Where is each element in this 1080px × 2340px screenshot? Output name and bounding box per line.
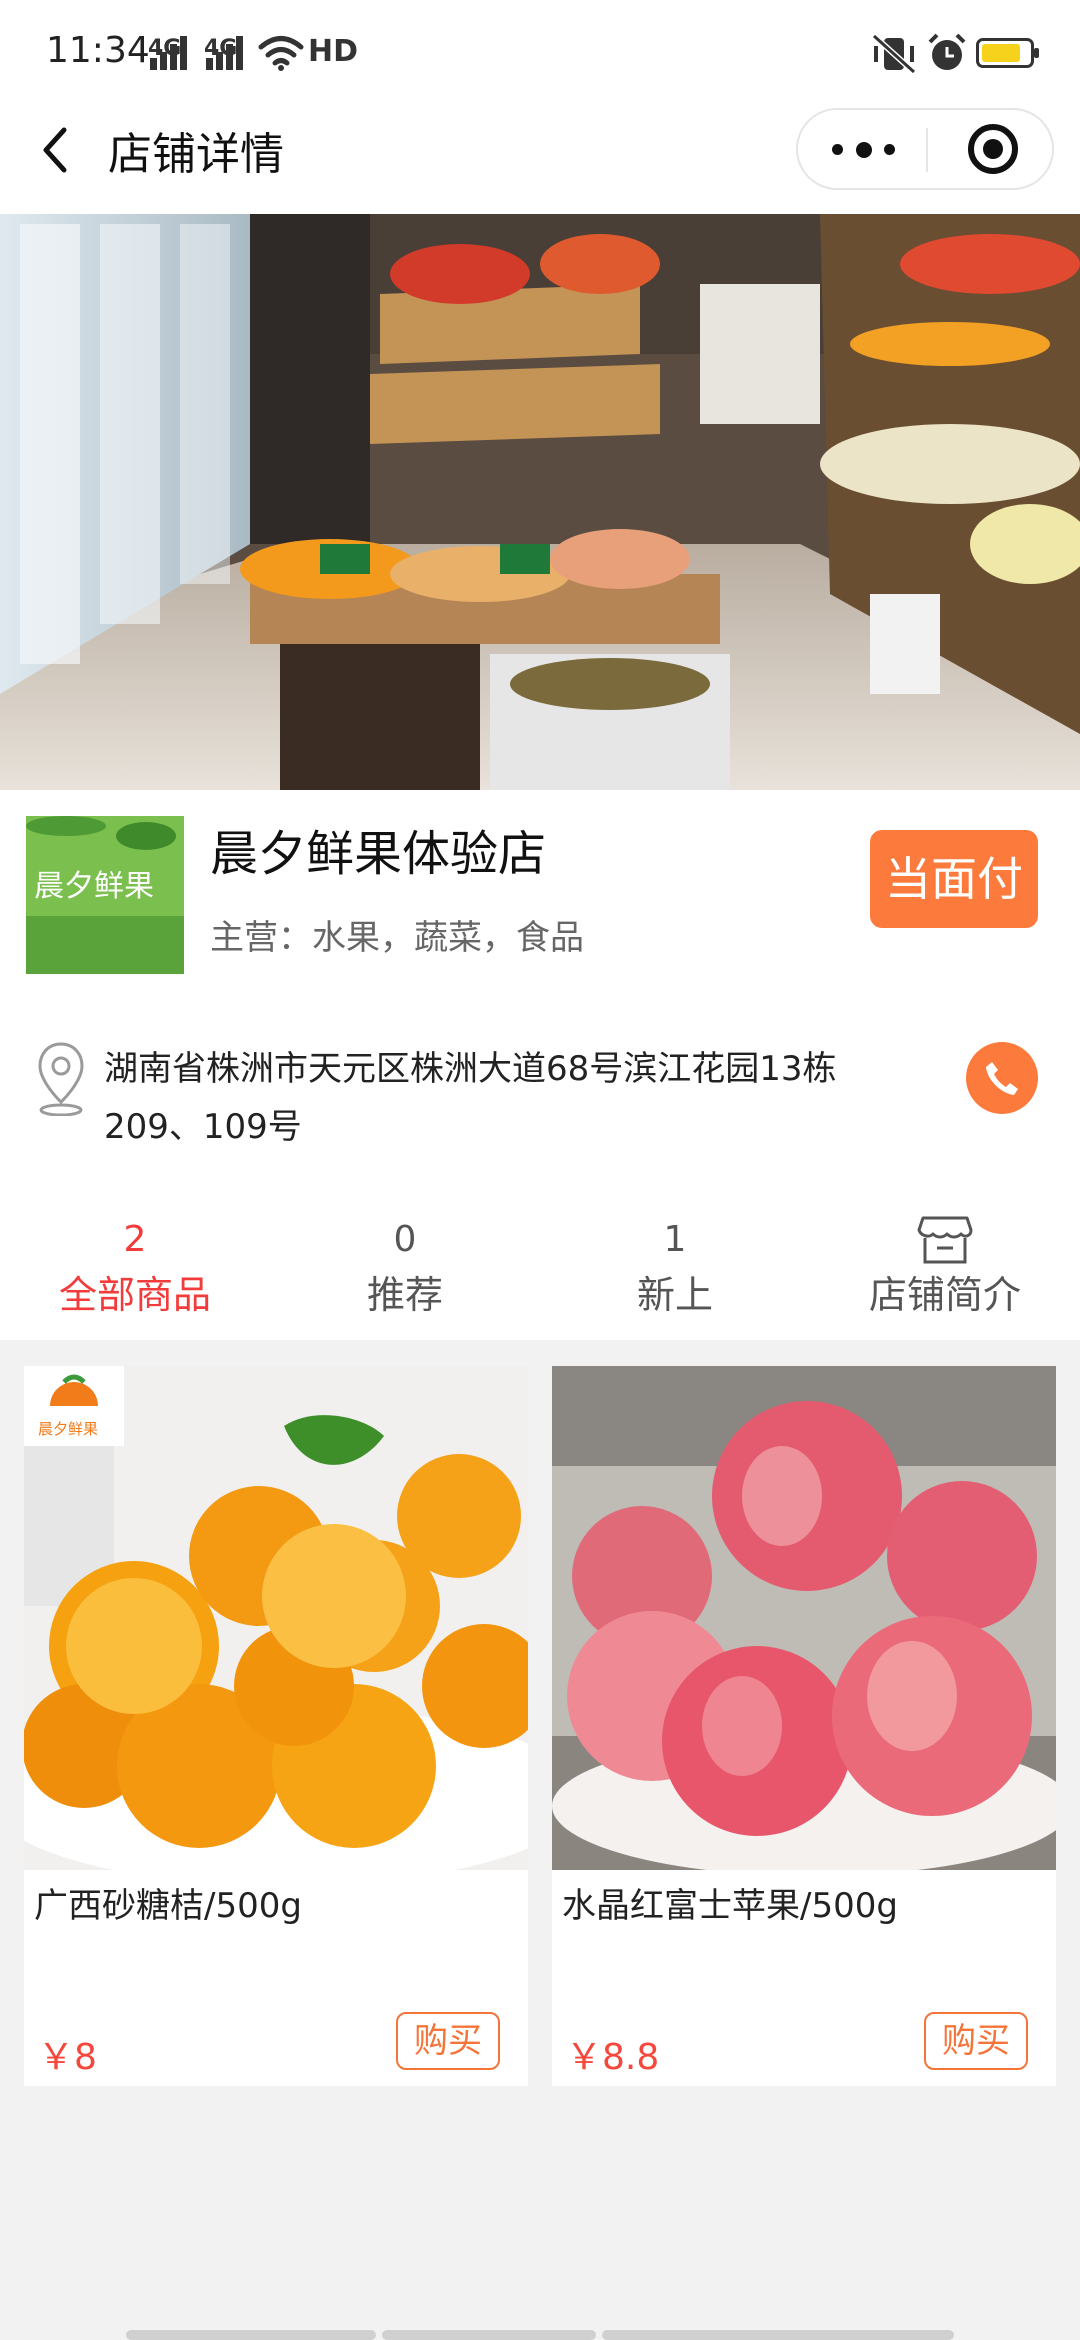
- store-main-business: 主营：水果，蔬菜，食品: [210, 918, 584, 958]
- more-icon[interactable]: [830, 110, 900, 188]
- logo-lettering: 晨夕鲜果: [34, 869, 154, 904]
- tab-label: 店铺简介: [868, 1273, 1021, 1317]
- status-time: 11:34: [46, 30, 150, 71]
- buy-button[interactable]: 购买: [924, 2012, 1028, 2070]
- tab-count: 0: [393, 1219, 417, 1260]
- signal-bars-icon-2: [206, 34, 246, 70]
- product-image-apple: [552, 1366, 1056, 1870]
- tab-recommended[interactable]: 0 推荐: [270, 1210, 540, 1320]
- product-price: ￥8.8: [566, 2037, 660, 2078]
- store-address: 湖南省株洲市天元区株洲大道68号滨江花园13栋209、109号: [104, 1049, 837, 1147]
- alarm-icon: [928, 33, 966, 70]
- pay-in-person-button[interactable]: 当面付: [870, 830, 1038, 928]
- back-arrow-icon[interactable]: [30, 120, 90, 180]
- vibrate-mute-icon: [871, 33, 917, 75]
- store-banner-image: [0, 214, 1080, 790]
- store-logo: 晨夕鲜果: [26, 816, 184, 974]
- miniprogram-capsule: [796, 108, 1054, 190]
- wifi-icon: [258, 36, 304, 71]
- product-card[interactable]: 晨夕鲜果 广西砂糖桔/500g ￥8 购买: [24, 1366, 528, 2086]
- network-hd-label: HD: [308, 34, 359, 69]
- call-phone-button[interactable]: [966, 1042, 1038, 1114]
- page-title: 店铺详情: [108, 129, 284, 180]
- home-indicator: [126, 2330, 954, 2340]
- capsule-divider: [926, 128, 928, 172]
- product-image-tangerine: 晨夕鲜果: [24, 1366, 528, 1870]
- phone-icon: [986, 1062, 1018, 1095]
- tab-label: 推荐: [366, 1273, 443, 1317]
- tab-all-products[interactable]: 2 全部商品: [0, 1210, 270, 1320]
- product-name: 广西砂糖桔/500g: [34, 1886, 302, 1926]
- tab-count: 2: [123, 1219, 147, 1260]
- tab-count: 1: [663, 1219, 687, 1260]
- tab-label: 新上: [636, 1273, 713, 1317]
- close-target-icon[interactable]: [968, 124, 1018, 174]
- buy-button[interactable]: 购买: [396, 2012, 500, 2070]
- product-price: ￥8: [38, 2037, 97, 2078]
- tab-store-intro[interactable]: 店铺简介: [810, 1210, 1080, 1320]
- signal-bars-icon: [150, 34, 190, 70]
- tab-new-arrivals[interactable]: 1 新上: [540, 1210, 810, 1320]
- brand-badge: 晨夕鲜果: [38, 1420, 99, 1438]
- location-pin-icon: [38, 1042, 84, 1116]
- store-name: 晨夕鲜果体验店: [210, 826, 547, 882]
- store-front-icon: [810, 1210, 1080, 1270]
- battery-icon: [976, 38, 1039, 68]
- tab-label: 全部商品: [58, 1273, 211, 1317]
- product-card[interactable]: 水晶红富士苹果/500g ￥8.8 购买: [552, 1366, 1056, 2086]
- product-name: 水晶红富士苹果/500g: [562, 1886, 898, 1926]
